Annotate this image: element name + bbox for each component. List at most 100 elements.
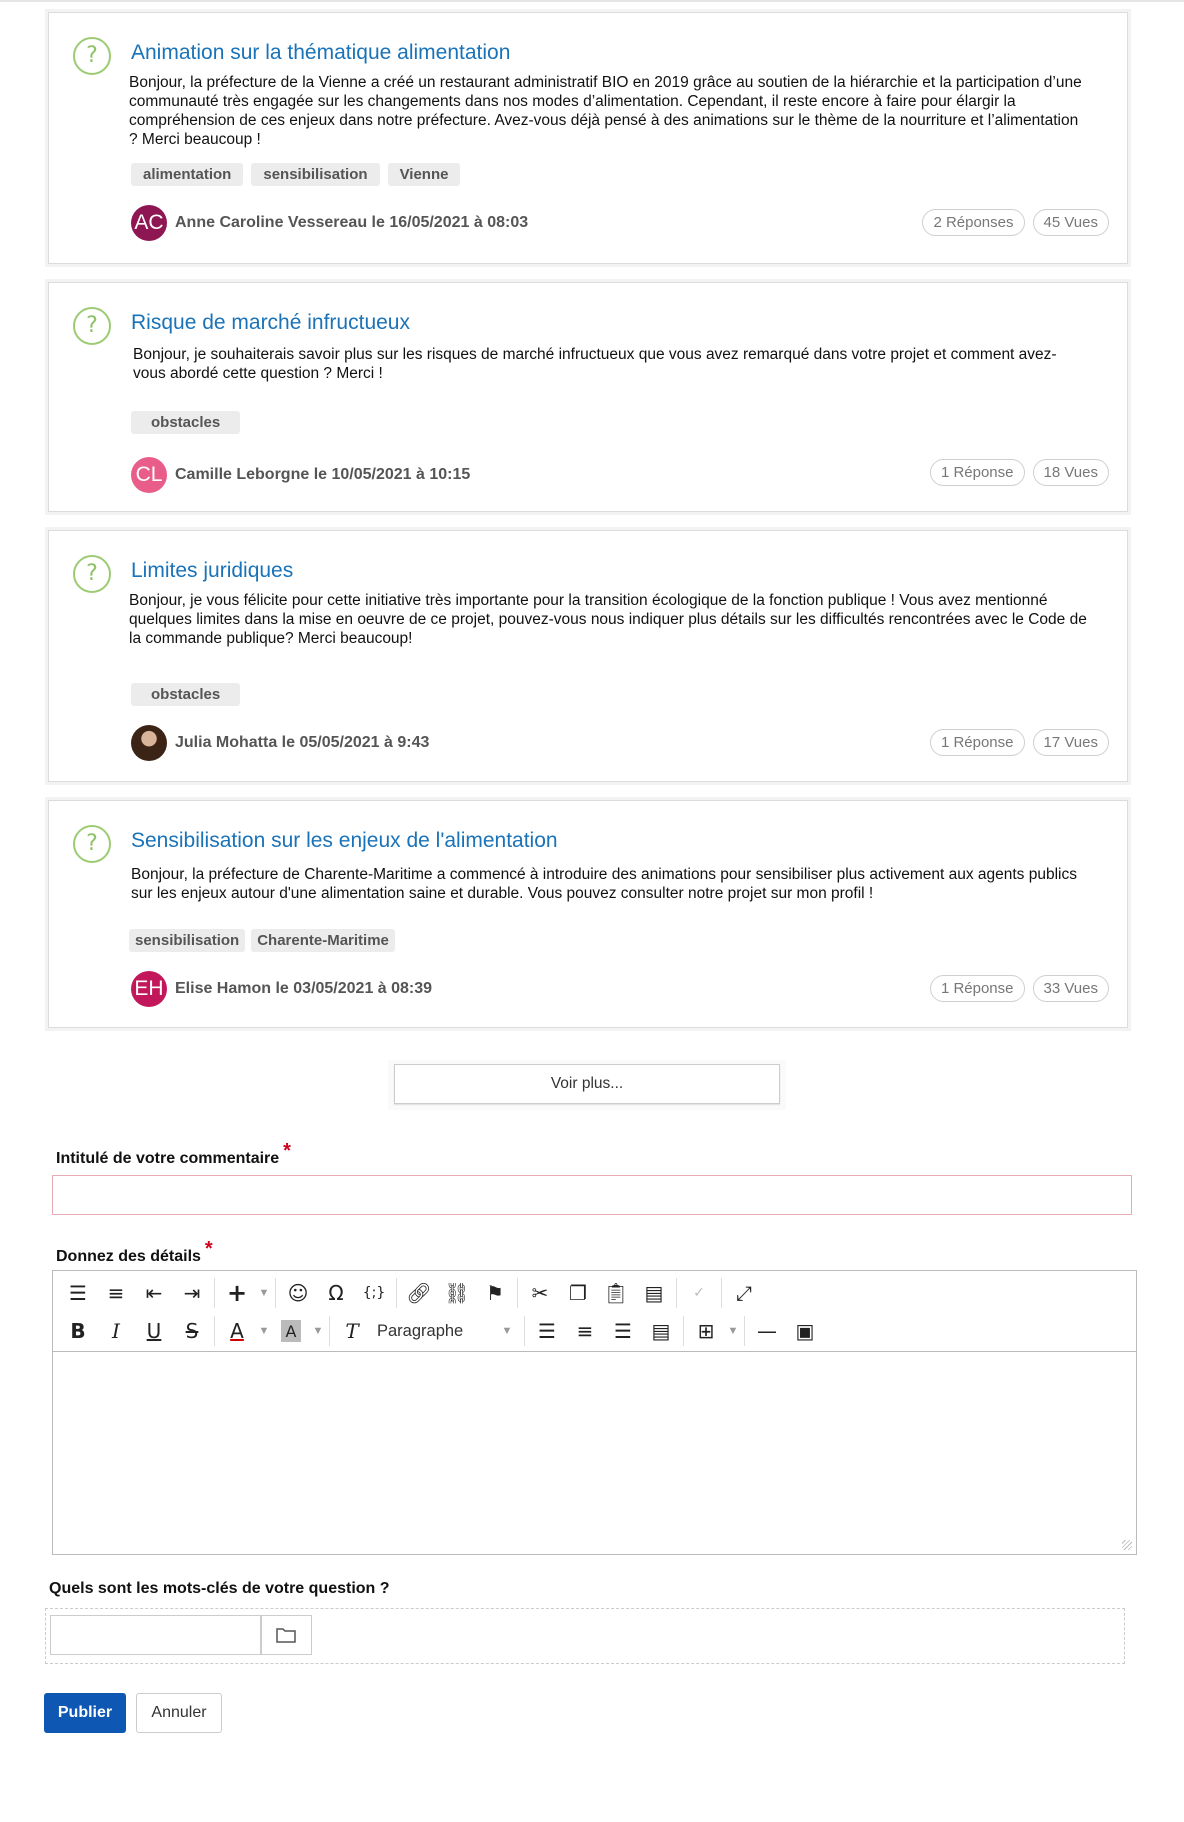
tag[interactable]: Vienne: [387, 163, 461, 186]
spellcheck-icon[interactable]: ✓: [680, 1277, 718, 1309]
toolbar-separator: [744, 1316, 745, 1346]
dropdown-arrow-icon[interactable]: ▼: [256, 1325, 272, 1337]
views-count: 45 Vues: [1032, 209, 1109, 236]
unlink-icon[interactable]: ⛓︎: [438, 1277, 476, 1309]
dropdown-arrow-icon[interactable]: ▼: [310, 1325, 326, 1337]
question-stats: 2 Réponses 45 Vues: [922, 209, 1109, 236]
toolbar-separator: [517, 1278, 518, 1308]
code-icon[interactable]: {;}: [355, 1277, 393, 1309]
question-body: Bonjour, la préfecture de Charente-Marit…: [131, 866, 1077, 902]
toolbar-separator: [676, 1278, 677, 1308]
paste-text-icon[interactable]: ▤: [635, 1277, 673, 1309]
resize-handle[interactable]: [1122, 1540, 1132, 1550]
author-name-date[interactable]: Elise Hamon le 03/05/2021 à 08:39: [175, 980, 432, 998]
keywords-label: Quels sont les mots-clés de votre questi…: [49, 1580, 390, 1597]
align-justify-icon[interactable]: ▤: [642, 1315, 680, 1347]
author-line: AC Anne Caroline Vessereau le 16/05/2021…: [131, 205, 528, 241]
toolbar-separator: [275, 1278, 276, 1308]
load-more-button[interactable]: Voir plus...: [394, 1064, 780, 1104]
author-name-date[interactable]: Camille Leborgne le 10/05/2021 à 10:15: [175, 466, 470, 484]
insert-plus-icon[interactable]: +: [218, 1277, 256, 1309]
align-center-icon[interactable]: ≡: [566, 1315, 604, 1347]
tag[interactable]: obstacles: [131, 683, 241, 706]
cut-icon[interactable]: ✂: [521, 1277, 559, 1309]
italic-icon[interactable]: I: [97, 1315, 135, 1347]
editor-content-area[interactable]: [53, 1352, 1136, 1554]
toolbar-separator: [524, 1316, 525, 1346]
question-title[interactable]: Limites juridiques: [131, 559, 293, 583]
align-right-icon[interactable]: ☰: [604, 1315, 642, 1347]
avatar[interactable]: CL: [131, 457, 167, 493]
indent-icon[interactable]: ⇥: [173, 1277, 211, 1309]
question-card: ? Limites juridiques Bonjour, je vous fé…: [48, 530, 1128, 782]
question-icon: ?: [73, 307, 111, 345]
link-icon[interactable]: 🔗︎: [400, 1277, 438, 1309]
outdent-icon[interactable]: ⇤: [135, 1277, 173, 1309]
bulleted-list-icon[interactable]: ☰: [59, 1277, 97, 1309]
toolbar-separator: [683, 1316, 684, 1346]
copy-icon[interactable]: ❐: [559, 1277, 597, 1309]
tag[interactable]: sensibilisation: [129, 929, 246, 952]
question-body: Bonjour, la préfecture de la Vienne a cr…: [129, 74, 1082, 148]
clear-format-icon[interactable]: T: [333, 1315, 371, 1347]
replies-count: 2 Réponses: [922, 209, 1025, 236]
author-line: CL Camille Leborgne le 10/05/2021 à 10:1…: [131, 457, 470, 493]
editor-toolbar: ☰ ≡ ⇤ ⇥ + ▼ ☺ Ω {;} 🔗︎ ⛓︎ ⚑ ✂ ❐ 📋︎ ▤ ✓ ⤢: [53, 1271, 1136, 1352]
avatar[interactable]: [131, 725, 167, 761]
details-field-label: Donnez des détails *: [56, 1238, 213, 1267]
keywords-container: [45, 1608, 1125, 1664]
question-card: ? Sensibilisation sur les enjeux de l'al…: [48, 800, 1128, 1028]
question-title[interactable]: Animation sur la thématique alimentation: [131, 41, 510, 65]
tag-list: obstacles: [131, 411, 241, 434]
tag[interactable]: obstacles: [131, 411, 241, 434]
text-color-icon[interactable]: A: [218, 1315, 256, 1347]
views-count: 33 Vues: [1032, 975, 1109, 1002]
views-count: 17 Vues: [1032, 729, 1109, 756]
title-input[interactable]: [52, 1175, 1132, 1215]
question-body: Bonjour, je vous félicite pour cette ini…: [129, 592, 1087, 647]
cancel-button[interactable]: Annuler: [136, 1693, 222, 1733]
question-title[interactable]: Sensibilisation sur les enjeux de l'alim…: [131, 829, 558, 853]
special-char-icon[interactable]: Ω: [317, 1277, 355, 1309]
numbered-list-icon[interactable]: ≡: [97, 1277, 135, 1309]
horizontal-rule-icon[interactable]: —: [748, 1315, 786, 1347]
bookmark-icon[interactable]: ⚑: [476, 1277, 514, 1309]
dropdown-arrow-icon[interactable]: ▼: [725, 1325, 741, 1337]
publish-button[interactable]: Publier: [44, 1693, 126, 1733]
dropdown-arrow-icon[interactable]: ▼: [256, 1287, 272, 1299]
tag[interactable]: alimentation: [131, 163, 244, 186]
align-left-icon[interactable]: ☰: [528, 1315, 566, 1347]
tag-list: sensibilisation Charente-Maritime: [129, 929, 395, 952]
question-title[interactable]: Risque de marché infructueux: [131, 311, 410, 335]
keywords-input[interactable]: [50, 1615, 262, 1655]
tag[interactable]: Charente-Maritime: [251, 929, 395, 952]
views-count: 18 Vues: [1032, 459, 1109, 486]
toolbar-separator: [214, 1278, 215, 1308]
underline-icon[interactable]: U: [135, 1315, 173, 1347]
emoji-icon[interactable]: ☺: [279, 1277, 317, 1309]
toolbar-separator: [214, 1316, 215, 1346]
tag[interactable]: sensibilisation: [251, 163, 380, 186]
bold-icon[interactable]: B: [59, 1315, 97, 1347]
paste-icon[interactable]: 📋︎: [597, 1277, 635, 1309]
keywords-browse-button[interactable]: [260, 1615, 312, 1655]
fullscreen-icon[interactable]: ⤢: [725, 1277, 763, 1309]
question-icon: ?: [73, 825, 111, 863]
avatar[interactable]: AC: [131, 205, 167, 241]
replies-count: 1 Réponse: [929, 975, 1025, 1002]
required-marker: *: [283, 1140, 291, 1162]
template-icon[interactable]: ▣: [786, 1315, 824, 1347]
author-line: EH Elise Hamon le 03/05/2021 à 08:39: [131, 971, 432, 1007]
author-name-date[interactable]: Julia Mohatta le 05/05/2021 à 9:43: [175, 734, 429, 752]
question-stats: 1 Réponse 33 Vues: [929, 975, 1109, 1002]
replies-count: 1 Réponse: [929, 459, 1025, 486]
table-icon[interactable]: ⊞: [687, 1315, 725, 1347]
avatar[interactable]: EH: [131, 971, 167, 1007]
strikethrough-icon[interactable]: S: [173, 1315, 211, 1347]
load-more-container: Voir plus...: [388, 1060, 786, 1110]
paragraph-format-select[interactable]: Paragraphe ▼: [371, 1322, 521, 1341]
author-name-date[interactable]: Anne Caroline Vessereau le 16/05/2021 à …: [175, 214, 528, 232]
highlight-color-icon[interactable]: A: [281, 1320, 301, 1342]
question-icon: ?: [73, 37, 111, 75]
dropdown-arrow-icon: ▼: [501, 1325, 513, 1337]
